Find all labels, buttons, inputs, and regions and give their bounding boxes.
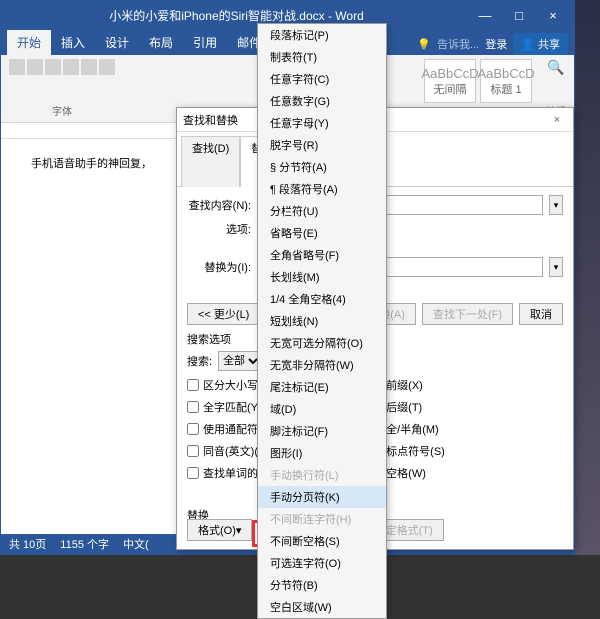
font-group-label: 字体 — [52, 103, 72, 118]
menu-item-12[interactable]: 1/4 全角空格(4) — [258, 288, 386, 310]
dialog-close-button[interactable]: × — [547, 114, 567, 126]
menu-item-14[interactable]: 无宽可选分隔符(O) — [258, 332, 386, 354]
menu-item-21[interactable]: 手动分页符(K) — [258, 486, 386, 508]
options-label: 选项: — [187, 221, 251, 237]
menu-item-7[interactable]: ¶ 段落符号(A) — [258, 178, 386, 200]
replace-label: 替换为(I): — [187, 259, 251, 275]
login-link[interactable]: 登录 — [485, 36, 507, 52]
menu-item-16[interactable]: 尾注标记(E) — [258, 376, 386, 398]
tab-insert[interactable]: 插入 — [51, 30, 95, 55]
menu-item-4[interactable]: 任意字母(Y) — [258, 112, 386, 134]
menu-item-24[interactable]: 可选连字符(O) — [258, 552, 386, 574]
menu-item-0[interactable]: 段落标记(P) — [258, 24, 386, 46]
format-button[interactable]: 格式(O) ▾ — [187, 519, 252, 541]
status-pages[interactable]: 共 10页 — [9, 536, 46, 552]
menu-item-23[interactable]: 不间断空格(S) — [258, 530, 386, 552]
find-next-button[interactable]: 查找下一处(F) — [422, 303, 513, 325]
subscript-icon[interactable] — [81, 59, 97, 75]
replace-dropdown[interactable]: ▾ — [549, 257, 563, 277]
menu-item-13[interactable]: 短划线(N) — [258, 310, 386, 332]
tab-references[interactable]: 引用 — [183, 30, 227, 55]
menu-item-19[interactable]: 图形(I) — [258, 442, 386, 464]
menu-item-25[interactable]: 分节符(B) — [258, 574, 386, 596]
tellme-text[interactable]: 告诉我... — [437, 36, 479, 52]
bold-icon[interactable] — [9, 59, 25, 75]
menu-item-2[interactable]: 任意字符(C) — [258, 68, 386, 90]
maximize-button[interactable]: □ — [502, 1, 536, 29]
menu-item-11[interactable]: 长划线(M) — [258, 266, 386, 288]
menu-item-17[interactable]: 域(D) — [258, 398, 386, 420]
dialog-title: 查找和替换 — [183, 112, 238, 128]
share-button[interactable]: 👤 共享 — [513, 33, 568, 55]
tab-find[interactable]: 查找(D) — [181, 136, 240, 187]
menu-item-15[interactable]: 无宽非分隔符(W) — [258, 354, 386, 376]
menu-item-1[interactable]: 制表符(T) — [258, 46, 386, 68]
menu-item-20[interactable]: 手动换行符(L) — [258, 464, 386, 486]
tab-home[interactable]: 开始 — [7, 30, 51, 55]
cancel-button[interactable]: 取消 — [519, 303, 563, 325]
italic-icon[interactable] — [27, 59, 43, 75]
tab-layout[interactable]: 布局 — [139, 30, 183, 55]
menu-item-10[interactable]: 全角省略号(F) — [258, 244, 386, 266]
superscript-icon[interactable] — [99, 59, 115, 75]
search-direction-select[interactable]: 全部 — [218, 351, 262, 371]
minimize-button[interactable]: — — [468, 1, 502, 29]
status-lang[interactable]: 中文( — [123, 536, 149, 552]
style-heading1[interactable]: AaBbCcD标题 1 — [480, 59, 532, 103]
underline-icon[interactable] — [45, 59, 61, 75]
tellme-icon: 💡 — [417, 38, 431, 51]
menu-item-22[interactable]: 不间断连字符(H) — [258, 508, 386, 530]
menu-item-18[interactable]: 脚注标记(F) — [258, 420, 386, 442]
strike-icon[interactable] — [63, 59, 79, 75]
search-direction-label: 搜索: — [187, 353, 212, 369]
special-format-menu: 段落标记(P)制表符(T)任意字符(C)任意数字(G)任意字母(Y)脱字号(R)… — [257, 23, 387, 619]
find-dropdown[interactable]: ▾ — [549, 195, 563, 215]
menu-item-8[interactable]: 分栏符(U) — [258, 200, 386, 222]
document-text: 手机语音助手的神回复， — [31, 158, 152, 170]
style-nospace[interactable]: AaBbCcD无间隔 — [424, 59, 476, 103]
find-label: 查找内容(N): — [187, 197, 251, 213]
menu-item-26[interactable]: 空白区域(W) — [258, 596, 386, 618]
menu-item-5[interactable]: 脱字号(R) — [258, 134, 386, 156]
window-title: 小米的小爱和iPhone的Siri智能对战.docx - Word — [5, 7, 468, 24]
menu-item-6[interactable]: § 分节符(A) — [258, 156, 386, 178]
menu-item-3[interactable]: 任意数字(G) — [258, 90, 386, 112]
status-words[interactable]: 1155 个字 — [60, 536, 109, 552]
menu-item-9[interactable]: 省略号(E) — [258, 222, 386, 244]
close-button[interactable]: × — [536, 1, 570, 29]
tab-design[interactable]: 设计 — [95, 30, 139, 55]
find-icon[interactable]: 🔍 — [547, 59, 564, 76]
less-button[interactable]: << 更少(L) — [187, 303, 260, 325]
